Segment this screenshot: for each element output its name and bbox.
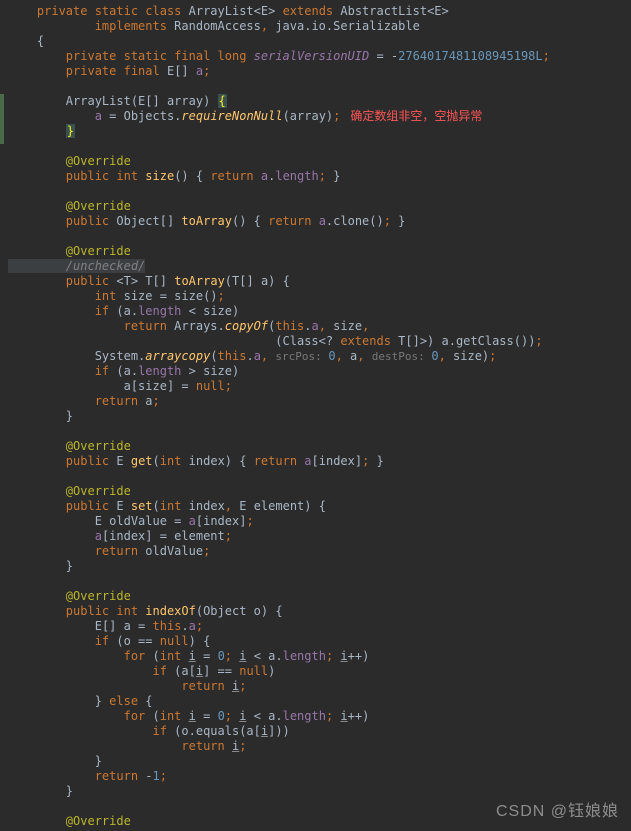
- code-line: public <T> T[] toArray(T[] a) {: [8, 274, 631, 289]
- code-line: implements RandomAccess, java.io.Seriali…: [8, 19, 631, 34]
- inline-comment: 确定数组非空，空抛异常: [340, 109, 482, 123]
- code-line: {: [8, 34, 631, 49]
- code-line: public E get(int index) { return a[index…: [8, 454, 631, 469]
- code-line: return oldValue;: [8, 544, 631, 559]
- code-line: [8, 79, 631, 94]
- code-line: for (int i = 0; i < a.length; i++): [8, 649, 631, 664]
- code-line: }: [8, 754, 631, 769]
- code-line: a = Objects.requireNonNull(array); 确定数组非…: [8, 109, 631, 124]
- code-line: private final E[] a;: [8, 64, 631, 79]
- code-line: [8, 574, 631, 589]
- code-line: a[index] = element;: [8, 529, 631, 544]
- code-line: private static final long serialVersionU…: [8, 49, 631, 64]
- code-line: @Override: [8, 589, 631, 604]
- code-line: public E set(int index, E element) {: [8, 499, 631, 514]
- code-line: @Override: [8, 439, 631, 454]
- code-line: public int indexOf(Object o) {: [8, 604, 631, 619]
- code-line: if (o.equals(a[i])): [8, 724, 631, 739]
- code-line: @Override: [8, 199, 631, 214]
- code-line: /unchecked/: [8, 259, 631, 274]
- code-line: }: [8, 409, 631, 424]
- code-line: }: [8, 784, 631, 799]
- code-line: } else {: [8, 694, 631, 709]
- code-line: [8, 139, 631, 154]
- code-line: return i;: [8, 739, 631, 754]
- code-line: [8, 184, 631, 199]
- code-line: @Override: [8, 154, 631, 169]
- code-line: private static class ArrayList<E> extend…: [8, 4, 631, 19]
- code-line: return a;: [8, 394, 631, 409]
- code-line: E oldValue = a[index];: [8, 514, 631, 529]
- code-line: (Class<? extends T[]>) a.getClass());: [8, 334, 631, 349]
- code-line: ArrayList(E[] array) {: [8, 94, 631, 109]
- code-line: if (a.length > size): [8, 364, 631, 379]
- code-line: E[] a = this.a;: [8, 619, 631, 634]
- code-line: [8, 424, 631, 439]
- code-line: System.arraycopy(this.a, srcPos: 0, a, d…: [8, 349, 631, 364]
- code-line: for (int i = 0; i < a.length; i++): [8, 709, 631, 724]
- code-line: @Override: [8, 484, 631, 499]
- code-line: }: [8, 124, 631, 139]
- code-line: return Arrays.copyOf(this.a, size,: [8, 319, 631, 334]
- code-line: @Override: [8, 244, 631, 259]
- code-line: }: [8, 559, 631, 574]
- code-line: return -1;: [8, 769, 631, 784]
- code-line: @Override: [8, 814, 631, 829]
- code-line: [8, 799, 631, 814]
- code-line: return i;: [8, 679, 631, 694]
- change-marker: [0, 94, 4, 144]
- code-line: if (o == null) {: [8, 634, 631, 649]
- code-line: public int size() { return a.length; }: [8, 169, 631, 184]
- code-line: if (a.length < size): [8, 304, 631, 319]
- code-line: int size = size();: [8, 289, 631, 304]
- code-line: [8, 229, 631, 244]
- code-line: [8, 469, 631, 484]
- code-line: a[size] = null;: [8, 379, 631, 394]
- code-line: if (a[i] == null): [8, 664, 631, 679]
- code-line: public Object[] toArray() { return a.clo…: [8, 214, 631, 229]
